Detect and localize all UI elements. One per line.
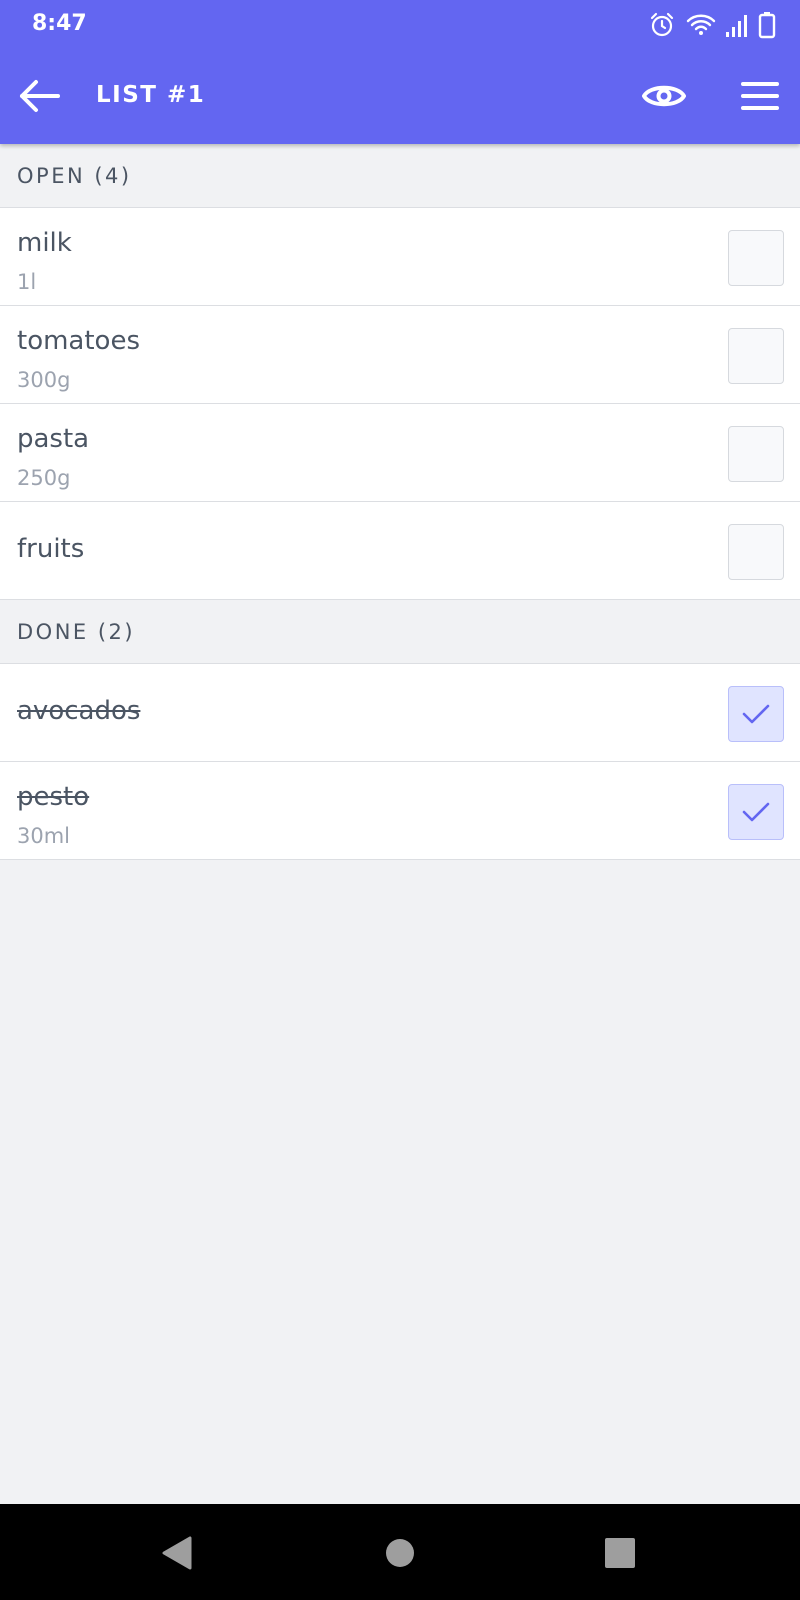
arrow-left-icon (20, 80, 60, 112)
item-checkbox[interactable] (728, 784, 784, 840)
home-circle-icon (386, 1539, 414, 1567)
visibility-toggle-button[interactable] (636, 70, 692, 122)
item-checkbox[interactable] (728, 426, 784, 482)
back-triangle-icon (162, 1536, 192, 1570)
page-title: LIST #1 (96, 82, 206, 108)
list-item[interactable]: milk 1l (0, 208, 800, 306)
list-item[interactable]: avocados (0, 664, 800, 762)
alarm-icon (648, 11, 676, 39)
item-name: fruits (17, 534, 85, 564)
item-quantity: 30ml (17, 824, 71, 848)
item-checkbox[interactable] (728, 686, 784, 742)
section-header-open: OPEN (4) (0, 144, 800, 208)
signal-icon (726, 12, 748, 38)
recents-square-icon (605, 1538, 635, 1568)
list-item[interactable]: tomatoes 300g (0, 306, 800, 404)
section-header-done: DONE (2) (0, 600, 800, 664)
check-icon (742, 704, 770, 724)
item-name: pesto (17, 782, 90, 812)
back-button[interactable] (14, 70, 66, 122)
check-icon (742, 802, 770, 822)
nav-recents-button[interactable] (595, 1528, 645, 1578)
nav-back-button[interactable] (152, 1528, 202, 1578)
system-nav-bar (0, 1504, 800, 1600)
hamburger-menu-icon (741, 82, 779, 110)
item-name: avocados (17, 696, 141, 726)
toolbar: LIST #1 (0, 50, 800, 144)
battery-icon (758, 11, 776, 39)
item-quantity: 1l (17, 270, 37, 294)
status-bar: 8:47 (0, 0, 800, 50)
item-quantity: 250g (17, 466, 71, 490)
item-checkbox[interactable] (728, 524, 784, 580)
eye-icon (642, 85, 686, 107)
item-checkbox[interactable] (728, 328, 784, 384)
item-checkbox[interactable] (728, 230, 784, 286)
wifi-icon (686, 12, 716, 38)
app-bar: 8:47 LIST #1 (0, 0, 800, 144)
item-name: tomatoes (17, 326, 141, 356)
status-icons (648, 10, 776, 40)
item-name: milk (17, 228, 72, 258)
menu-button[interactable] (734, 70, 786, 122)
item-quantity: 300g (17, 368, 71, 392)
list-item[interactable]: fruits (0, 502, 800, 600)
list-item[interactable]: pasta 250g (0, 404, 800, 502)
status-time: 8:47 (32, 11, 87, 36)
list-content: OPEN (4) milk 1l tomatoes 300g pasta 250… (0, 144, 800, 860)
list-item[interactable]: pesto 30ml (0, 762, 800, 860)
item-name: pasta (17, 424, 90, 454)
nav-home-button[interactable] (375, 1528, 425, 1578)
